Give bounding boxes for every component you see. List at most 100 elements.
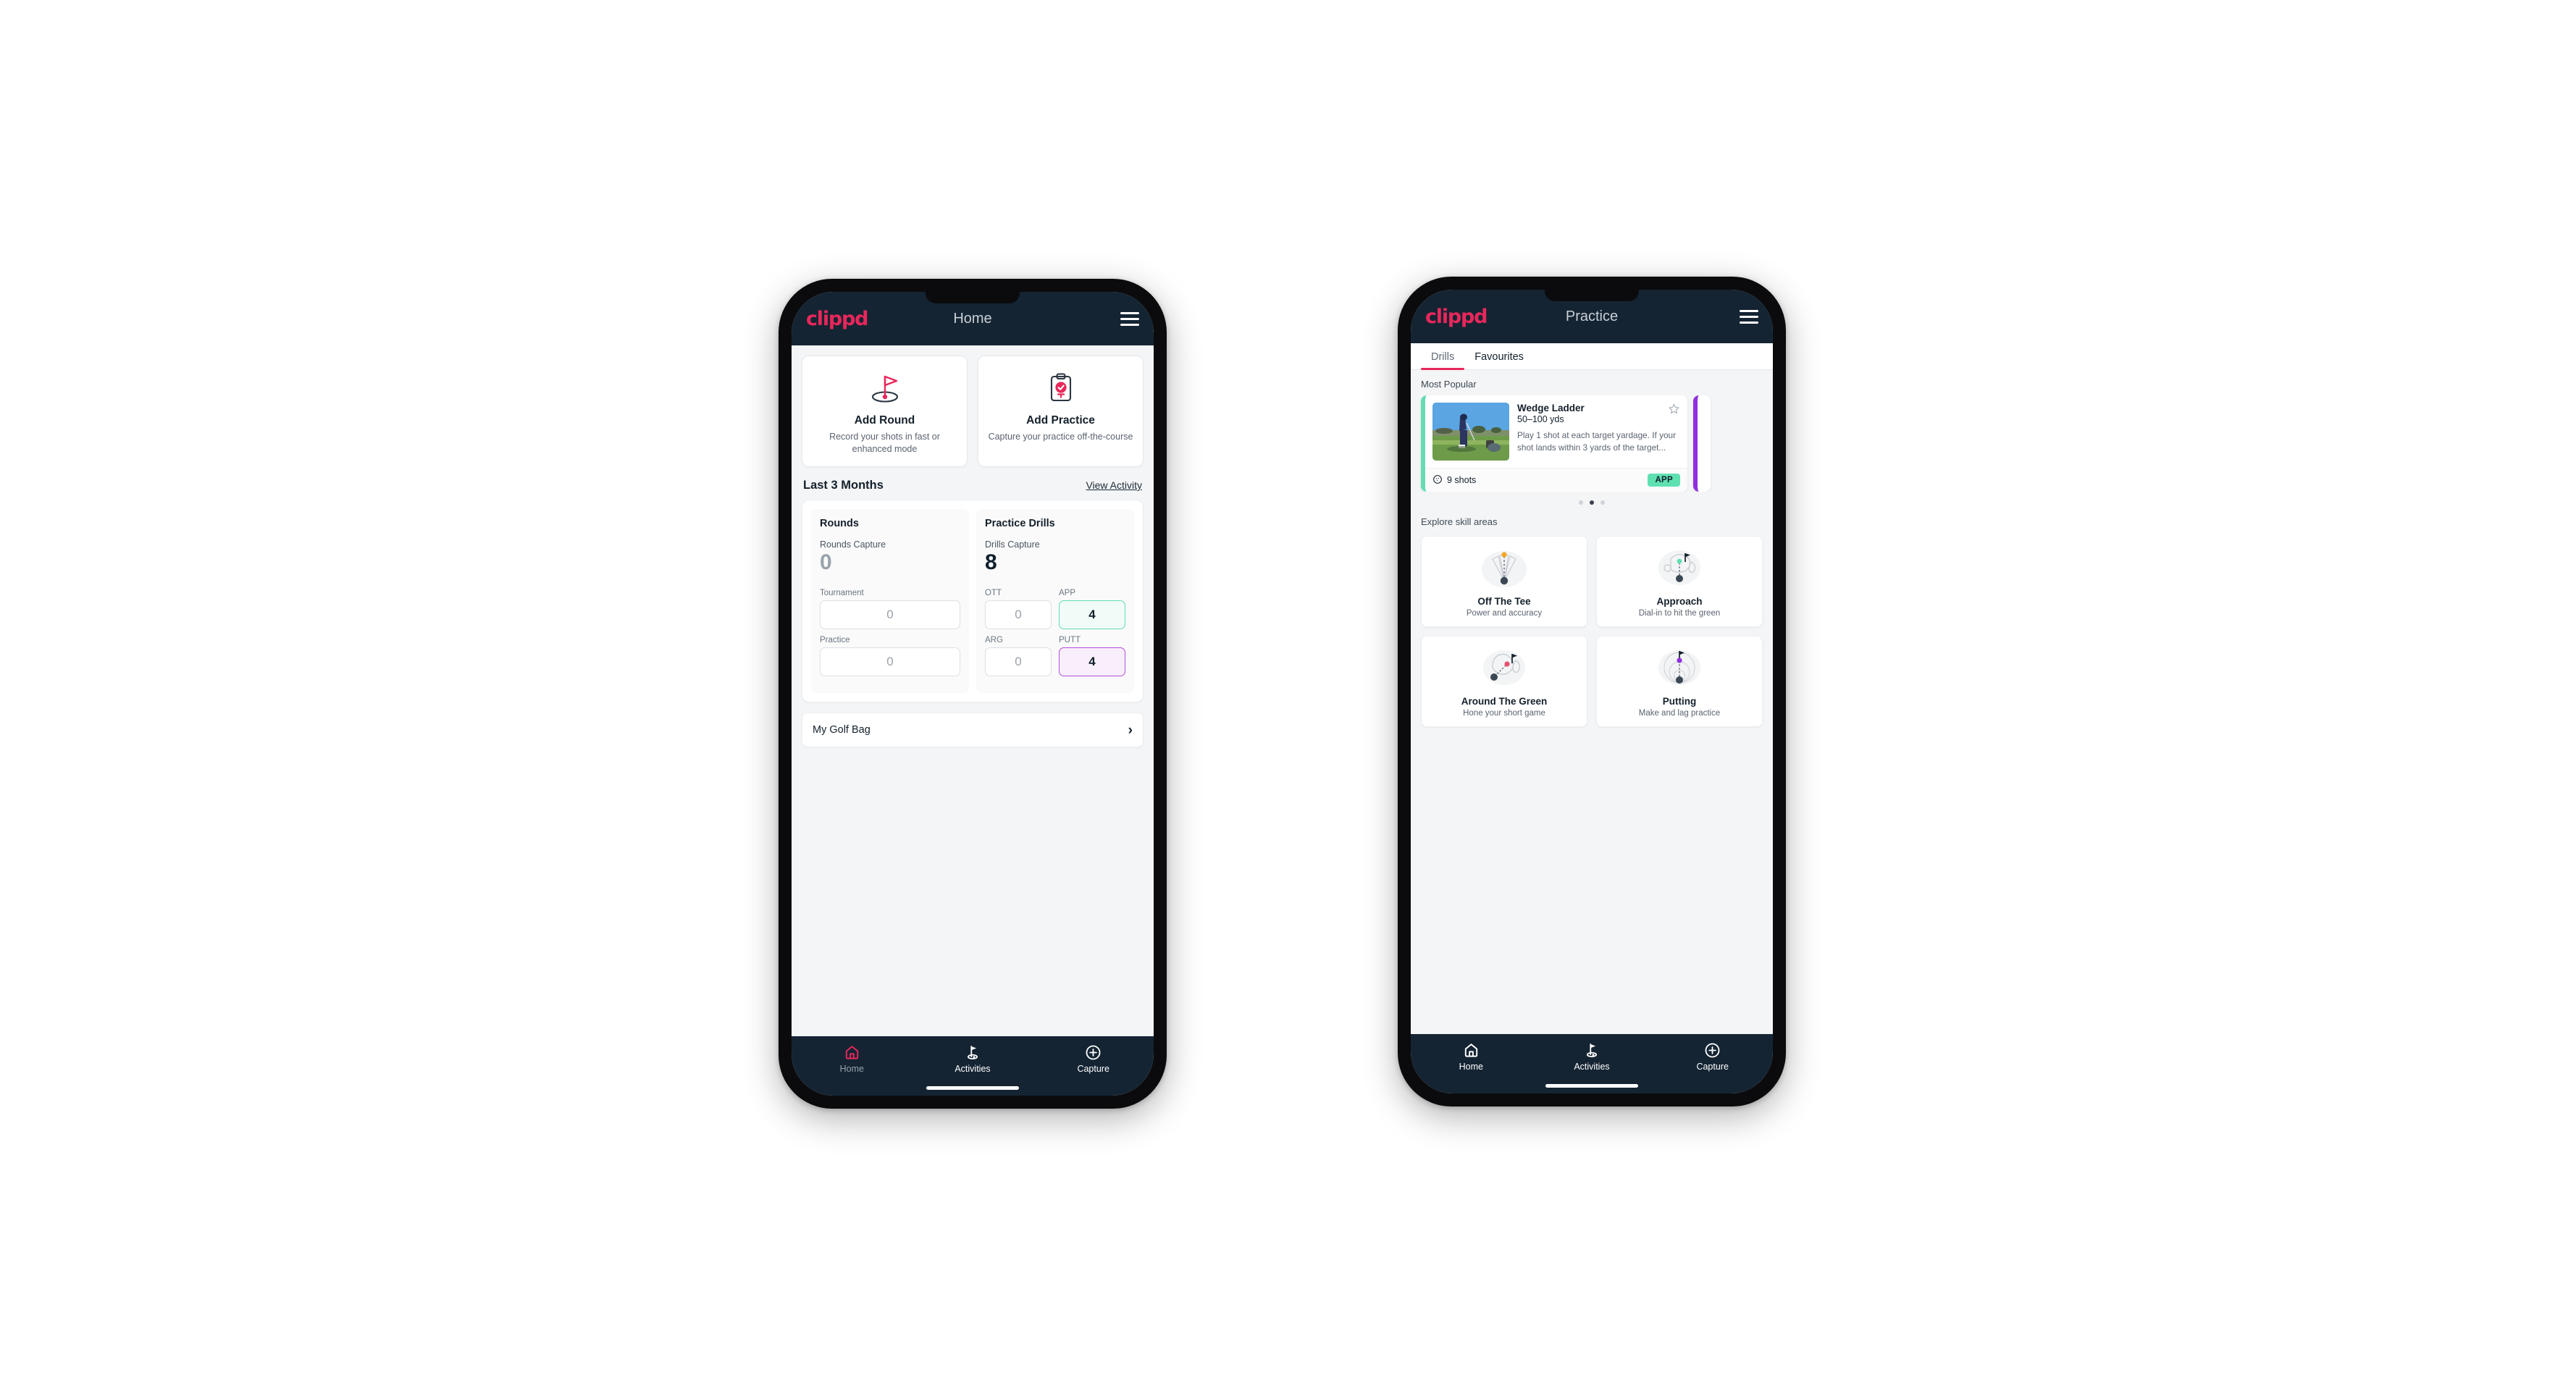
drill-fields-row-1: OTT 0 APP 4	[985, 589, 1125, 636]
nav-item-home[interactable]: Home	[792, 1043, 912, 1074]
add-round-subtitle: Record your shots in fast or enhanced mo…	[829, 432, 940, 454]
nav-item-home[interactable]: Home	[1411, 1041, 1532, 1072]
screenshot-canvas: clippd Home Add Round Record your shots …	[0, 0, 2576, 1386]
plus-circle-icon	[1085, 1043, 1102, 1061]
golf-flag-icon	[964, 1043, 981, 1061]
skill-card-approach[interactable]: Approach Dial-in to hit the green	[1596, 536, 1763, 627]
tee-shot-fan-icon	[1427, 545, 1581, 590]
view-activity-link[interactable]: View Activity	[1086, 479, 1142, 491]
drill-shots-label: 9 shots	[1447, 475, 1477, 485]
nav-label-capture: Capture	[1696, 1062, 1729, 1072]
rounds-column: Rounds Rounds Capture 0 Tournament 0 Pra…	[811, 509, 969, 694]
drill-card-top: Wedge Ladder 50–100 yds Play 1 shot at e…	[1425, 395, 1687, 468]
add-round-title: Add Round	[854, 414, 915, 427]
plus-circle-icon	[1704, 1041, 1721, 1059]
practice-value[interactable]: 0	[820, 647, 960, 677]
drill-yardage: 50–100 yds	[1517, 414, 1564, 424]
skill-subtitle: Make and lag practice	[1638, 709, 1721, 718]
phone-mockup-home: clippd Home Add Round Record your shots …	[779, 279, 1167, 1109]
ott-value[interactable]: 0	[985, 600, 1052, 630]
carousel-dots	[1411, 492, 1773, 508]
quick-actions-row: Add Round Record your shots in fast or e…	[792, 345, 1154, 467]
add-round-card[interactable]: Add Round Record your shots in fast or e…	[802, 356, 968, 467]
putt-label: PUTT	[1059, 636, 1081, 645]
skill-subtitle: Hone your short game	[1463, 709, 1545, 718]
skill-title: Putting	[1662, 696, 1697, 707]
nav-label-activities: Activities	[955, 1064, 991, 1074]
skill-title: Off The Tee	[1477, 596, 1531, 607]
tournament-value[interactable]: 0	[820, 600, 960, 630]
drill-card[interactable]: Wedge Ladder 50–100 yds Play 1 shot at e…	[1421, 395, 1687, 492]
bottom-nav-home: Home Activities Capture	[792, 1036, 1154, 1096]
carousel-dot-3[interactable]	[1600, 500, 1605, 505]
rounds-heading: Rounds	[820, 518, 859, 529]
phone-screen-home: clippd Home Add Round Record your shots …	[792, 292, 1154, 1096]
drill-skill-badge: APP	[1648, 474, 1680, 487]
phone-mockup-practice: clippd Practice Drills Favourites Most P…	[1398, 277, 1786, 1106]
nav-item-capture[interactable]: Capture	[1652, 1041, 1773, 1072]
section-title: Last 3 Months	[803, 479, 884, 492]
skill-card-off-the-tee[interactable]: Off The Tee Power and accuracy	[1421, 536, 1587, 627]
drill-carousel[interactable]: Wedge Ladder 50–100 yds Play 1 shot at e…	[1411, 395, 1773, 492]
nav-label-activities: Activities	[1574, 1062, 1610, 1072]
skill-subtitle: Dial-in to hit the green	[1638, 609, 1721, 618]
phone-notch	[1545, 290, 1639, 301]
nav-label-home: Home	[1459, 1062, 1483, 1072]
add-practice-title: Add Practice	[1026, 414, 1095, 427]
phone-screen-practice: clippd Practice Drills Favourites Most P…	[1411, 290, 1773, 1093]
drill-description: Play 1 shot at each target yardage. If y…	[1517, 430, 1677, 453]
nav-item-activities[interactable]: Activities	[912, 1043, 1033, 1074]
nav-item-capture[interactable]: Capture	[1033, 1043, 1154, 1074]
practice-drills-column: Practice Drills Drills Capture 8 OTT 0 A…	[976, 509, 1134, 694]
skill-title: Around The Green	[1461, 696, 1548, 707]
bottom-nav-practice: Home Activities Capture	[1411, 1034, 1773, 1093]
skill-card-putting[interactable]: Putting Make and lag practice	[1596, 636, 1763, 727]
clipboard-check-icon	[986, 369, 1136, 407]
golf-ball-icon	[1432, 474, 1443, 487]
my-golf-bag-row[interactable]: My Golf Bag ›	[802, 713, 1144, 748]
nav-label-home: Home	[839, 1064, 864, 1074]
drill-title: Wedge Ladder	[1517, 403, 1585, 413]
skill-card-around-the-green[interactable]: Around The Green Hone your short game	[1421, 636, 1587, 727]
tab-drills[interactable]: Drills	[1421, 343, 1465, 370]
phone-notch	[926, 292, 1020, 303]
drill-card-next-peek[interactable]	[1693, 395, 1711, 492]
chip-green-icon	[1427, 645, 1581, 690]
clippd-logo[interactable]: clippd	[806, 309, 869, 329]
drill-meta: Wedge Ladder 50–100 yds Play 1 shot at e…	[1517, 403, 1680, 461]
hamburger-icon[interactable]	[1740, 309, 1758, 324]
drill-shots: 9 shots	[1432, 474, 1476, 487]
drill-title-row: Wedge Ladder 50–100 yds	[1517, 403, 1680, 424]
arg-label: ARG	[985, 636, 1003, 645]
most-popular-label: Most Popular	[1421, 379, 1477, 390]
putt-value[interactable]: 4	[1059, 647, 1125, 677]
carousel-dot-1[interactable]	[1579, 500, 1583, 505]
nav-item-activities[interactable]: Activities	[1532, 1041, 1653, 1072]
golf-flag-hole-icon	[810, 369, 960, 407]
rounds-capture-value: 0	[820, 550, 832, 574]
golf-flag-icon	[1583, 1041, 1600, 1059]
home-icon	[844, 1043, 860, 1061]
practice-label: Practice	[820, 636, 850, 645]
add-practice-subtitle: Capture your practice off-the-course	[988, 432, 1133, 442]
tab-favourites[interactable]: Favourites	[1464, 343, 1534, 369]
drill-fields-row-2: ARG 0 PUTT 4	[985, 636, 1125, 683]
putting-rings-icon	[1603, 645, 1756, 690]
practice-tabs: Drills Favourites	[1411, 343, 1773, 370]
approach-green-icon	[1603, 545, 1756, 590]
stats-panel: Rounds Rounds Capture 0 Tournament 0 Pra…	[802, 500, 1144, 703]
add-practice-card[interactable]: Add Practice Capture your practice off-t…	[978, 356, 1144, 467]
drills-capture-value: 8	[985, 550, 997, 574]
clippd-logo[interactable]: clippd	[1425, 307, 1488, 327]
practice-drills-heading: Practice Drills	[985, 518, 1055, 529]
app-value[interactable]: 4	[1059, 600, 1125, 630]
last-3-months-header: Last 3 Months View Activity	[792, 467, 1154, 500]
home-indicator	[1545, 1084, 1638, 1088]
ott-label: OTT	[985, 589, 1002, 598]
hamburger-icon[interactable]	[1120, 311, 1139, 326]
arg-value[interactable]: 0	[985, 647, 1052, 677]
star-outline-icon[interactable]	[1668, 403, 1680, 418]
drill-card-footer: 9 shots APP	[1425, 468, 1687, 492]
carousel-dot-2[interactable]	[1590, 500, 1594, 505]
app-label: APP	[1059, 589, 1076, 598]
